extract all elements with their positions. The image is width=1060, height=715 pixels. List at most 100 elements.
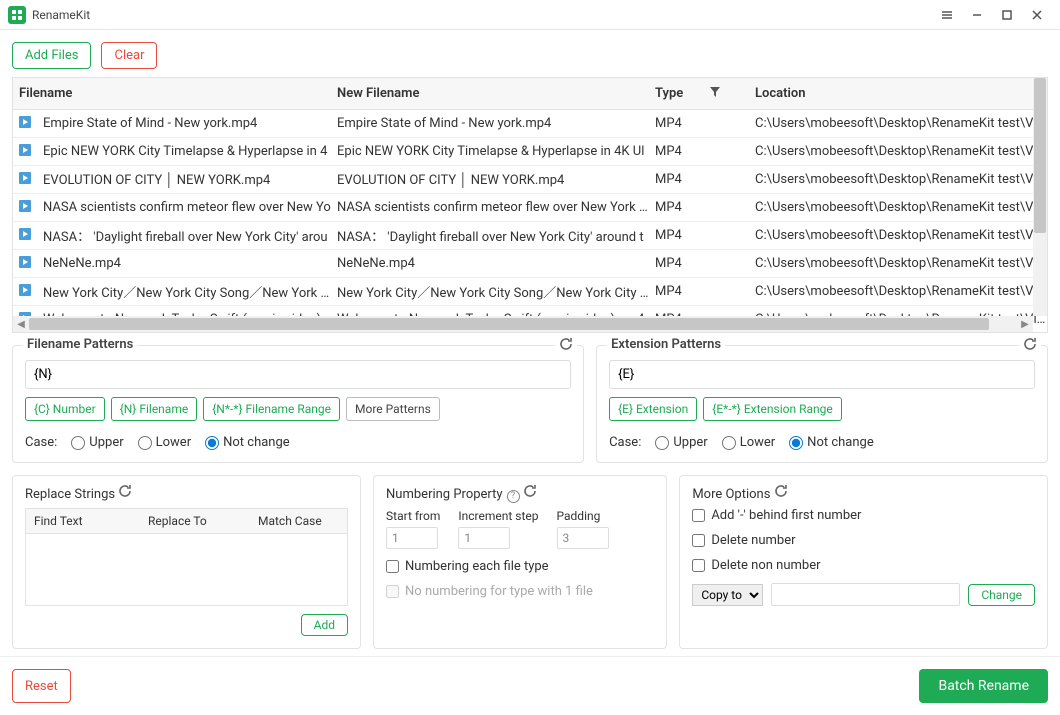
filename-patterns-title: Filename Patterns	[23, 337, 137, 352]
tag-filename-range[interactable]: {N*-*} Filename Range	[203, 397, 340, 421]
start-from-label: Start from	[386, 509, 440, 523]
cell-type: MP4	[649, 172, 749, 187]
tag-c-number[interactable]: {C} Number	[25, 397, 105, 421]
destination-input[interactable]	[771, 583, 960, 606]
refresh-icon[interactable]	[774, 487, 788, 502]
reset-button[interactable]: Reset	[12, 669, 71, 703]
toolbar: Add Files Clear	[0, 30, 1060, 77]
table-row[interactable]: NeNeNe.mp4NeNeNe.mp4MP4C:\Users\mobeesof…	[13, 250, 1047, 278]
more-options-title: More Options	[692, 487, 770, 502]
table-row[interactable]: NASA： 'Daylight fireball over New York C…	[13, 222, 1047, 250]
cell-filename: NASA： 'Daylight fireball over New York C…	[37, 226, 331, 245]
case-notchange-radio[interactable]: Not change	[205, 435, 290, 450]
cell-location: C:\Users\mobeesoft\Desktop\RenameKit tes…	[749, 116, 1047, 131]
table-row[interactable]: Empire State of Mind - New york.mp4Empir…	[13, 110, 1047, 138]
close-button[interactable]	[1022, 0, 1052, 30]
header-match-case: Match Case	[250, 514, 347, 528]
cell-type: MP4	[649, 144, 749, 159]
footer: Reset Batch Rename	[0, 656, 1060, 715]
filename-pattern-input[interactable]	[25, 360, 571, 389]
padding-input[interactable]	[557, 527, 609, 549]
filename-patterns-panel: Filename Patterns {C} Number {N} Filenam…	[12, 345, 584, 463]
table-row[interactable]: EVOLUTION OF CITY │ NEW YORK.mp4EVOLUTIO…	[13, 166, 1047, 194]
tag-n-filename[interactable]: {N} Filename	[111, 397, 198, 421]
numbering-each-type-checkbox[interactable]	[386, 560, 399, 573]
header-location[interactable]: Location	[749, 86, 1047, 101]
replace-table-body[interactable]	[25, 534, 348, 606]
padding-label: Padding	[557, 509, 609, 523]
table-row[interactable]: NASA scientists confirm meteor flew over…	[13, 194, 1047, 222]
table-header: Filename New Filename Type Location	[13, 78, 1047, 110]
more-options-panel: More Options Add '-' behind first number…	[679, 475, 1048, 649]
cell-filename: New York City／New York City Song／New Yor…	[37, 282, 331, 301]
ext-case-lower-radio[interactable]: Lower	[722, 435, 775, 450]
cell-filename: Epic NEW YORK City Timelapse & Hyperlaps…	[37, 144, 331, 159]
increment-input[interactable]	[458, 527, 510, 549]
extension-patterns-title: Extension Patterns	[607, 337, 725, 352]
change-button[interactable]: Change	[968, 584, 1035, 606]
vertical-scrollbar[interactable]	[1033, 78, 1047, 316]
replace-strings-panel: Replace Strings Find Text Replace To Mat…	[12, 475, 361, 649]
header-type[interactable]: Type	[649, 86, 749, 102]
refresh-icon[interactable]	[118, 487, 132, 502]
tag-more-patterns[interactable]: More Patterns	[346, 397, 440, 421]
numbering-title: Numbering Property?	[386, 487, 520, 502]
ext-case-notchange-radio[interactable]: Not change	[789, 435, 874, 450]
delete-number-checkbox[interactable]	[692, 534, 705, 547]
app-title: RenameKit	[32, 8, 90, 22]
cell-location: C:\Users\mobeesoft\Desktop\RenameKit tes…	[749, 284, 1047, 299]
copy-move-select[interactable]: Copy to	[692, 584, 763, 606]
app-icon	[8, 6, 26, 24]
horizontal-scrollbar[interactable]: ◀ ▶	[13, 316, 1033, 332]
cell-new-filename: Empire State of Mind - New york.mp4	[331, 116, 649, 131]
cell-new-filename: Epic NEW YORK City Timelapse & Hyperlaps…	[331, 144, 649, 159]
cell-location: C:\Users\mobeesoft\Desktop\RenameKit tes…	[749, 256, 1047, 271]
start-from-input[interactable]	[386, 527, 438, 549]
cell-type: MP4	[649, 228, 749, 243]
replace-table-header: Find Text Replace To Match Case	[25, 508, 348, 534]
files-table: Filename New Filename Type Location Empi…	[12, 77, 1048, 333]
refresh-icon[interactable]	[523, 487, 537, 502]
no-numbering-single-checkbox	[386, 585, 399, 598]
case-upper-radio[interactable]: Upper	[71, 435, 123, 450]
cell-type: MP4	[649, 256, 749, 271]
table-row[interactable]: New York City／New York City Song／New Yor…	[13, 278, 1047, 306]
cell-location: C:\Users\mobeesoft\Desktop\RenameKit tes…	[749, 144, 1047, 159]
maximize-button[interactable]	[992, 0, 1022, 30]
file-icon	[13, 254, 37, 274]
header-filename[interactable]: Filename	[13, 86, 331, 101]
file-icon	[13, 114, 37, 134]
extension-pattern-input[interactable]	[609, 360, 1035, 389]
cell-new-filename: EVOLUTION OF CITY │ NEW YORK.mp4	[331, 172, 649, 188]
minimize-button[interactable]	[962, 0, 992, 30]
cell-location: C:\Users\mobeesoft\Desktop\RenameKit tes…	[749, 200, 1047, 215]
refresh-icon[interactable]	[555, 337, 577, 355]
file-icon	[13, 226, 37, 246]
ext-case-upper-radio[interactable]: Upper	[655, 435, 707, 450]
cell-location: C:\Users\mobeesoft\Desktop\RenameKit tes…	[749, 228, 1047, 243]
replace-title: Replace Strings	[25, 487, 115, 502]
delete-non-number-checkbox[interactable]	[692, 559, 705, 572]
case-lower-radio[interactable]: Lower	[138, 435, 191, 450]
header-find-text: Find Text	[26, 514, 140, 528]
add-dash-checkbox[interactable]	[692, 509, 705, 522]
cell-type: MP4	[649, 200, 749, 215]
clear-button[interactable]: Clear	[101, 42, 157, 69]
tag-e-extension[interactable]: {E} Extension	[609, 397, 697, 421]
refresh-icon[interactable]	[1019, 337, 1041, 355]
add-replace-button[interactable]: Add	[301, 614, 348, 636]
tag-extension-range[interactable]: {E*-*} Extension Range	[703, 397, 841, 421]
menu-icon[interactable]	[932, 0, 962, 30]
cell-new-filename: New York City／New York City Song／New Yor…	[331, 282, 649, 301]
filter-icon[interactable]	[709, 86, 721, 102]
header-replace-to: Replace To	[140, 514, 250, 528]
header-new-filename[interactable]: New Filename	[331, 86, 649, 101]
help-icon[interactable]: ?	[507, 490, 520, 503]
table-row[interactable]: Epic NEW YORK City Timelapse & Hyperlaps…	[13, 138, 1047, 166]
file-icon	[13, 142, 37, 162]
add-files-button[interactable]: Add Files	[12, 42, 91, 69]
cell-filename: NASA scientists confirm meteor flew over…	[37, 200, 331, 215]
file-icon	[13, 198, 37, 218]
batch-rename-button[interactable]: Batch Rename	[919, 669, 1048, 703]
file-icon	[13, 282, 37, 302]
